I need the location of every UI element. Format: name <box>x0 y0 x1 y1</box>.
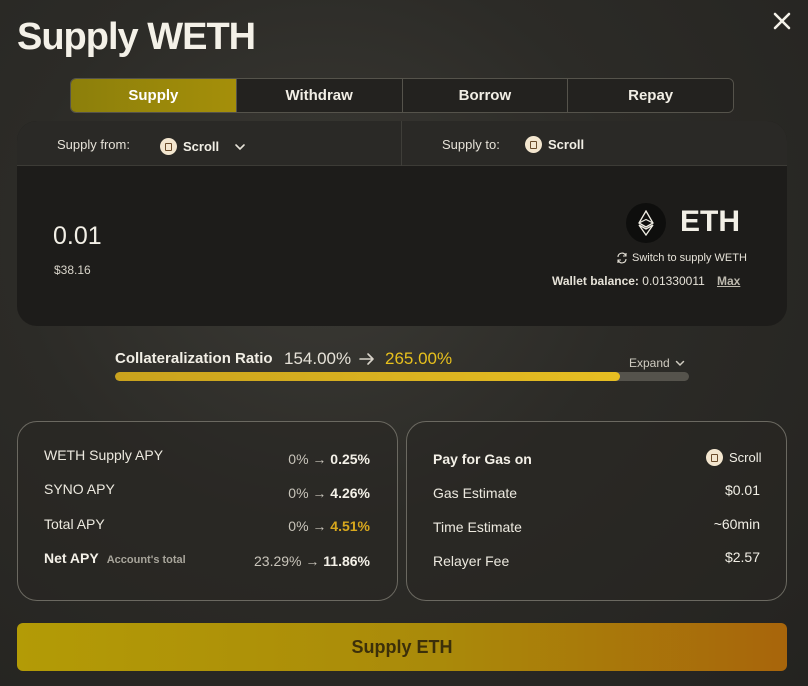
syno-apy-to: 4.26% <box>330 485 370 501</box>
time-estimate-value: ~60min <box>713 516 760 532</box>
net-apy-value: 23.29% → 11.86% <box>254 553 370 569</box>
max-button[interactable]: Max <box>717 274 740 288</box>
arrow-right-icon <box>359 353 374 365</box>
supply-eth-button[interactable]: Supply ETH <box>17 623 787 671</box>
weth-apy-label: WETH Supply APY <box>44 447 164 463</box>
net-apy-from: 23.29% <box>254 553 302 569</box>
pay-gas-chain-name: Scroll <box>729 450 762 465</box>
weth-apy-value: 0% → 0.25% <box>288 451 370 467</box>
relayer-fee-label: Relayer Fee <box>433 553 510 569</box>
chain-selector-header <box>17 121 787 166</box>
tab-withdraw[interactable]: Withdraw <box>235 79 402 112</box>
collateral-ratio-bar <box>115 372 689 381</box>
wallet-balance-label: Wallet balance: <box>552 274 639 288</box>
syno-apy-from: 0% <box>288 485 309 501</box>
collateral-ratio-fill <box>115 372 621 381</box>
amount-panel <box>17 121 787 326</box>
expand-label: Expand <box>629 356 670 370</box>
scroll-logo-icon <box>525 136 542 153</box>
weth-apy-to: 0.25% <box>330 451 370 467</box>
switch-token-label: Switch to supply WETH <box>632 252 747 264</box>
close-icon[interactable] <box>771 10 793 32</box>
net-apy-label: Net APY <box>44 550 99 566</box>
net-apy-label-group: Net APY Account's total <box>44 550 186 566</box>
tab-repay[interactable]: Repay <box>567 79 733 112</box>
swap-icon <box>617 252 627 264</box>
amount-usd-value: $38.16 <box>54 263 91 277</box>
scroll-logo-icon <box>160 138 177 155</box>
tab-borrow[interactable]: Borrow <box>401 79 568 112</box>
tab-supply[interactable]: Supply <box>71 79 236 112</box>
net-apy-to: 11.86% <box>323 553 370 569</box>
total-apy-label: Total APY <box>44 516 105 532</box>
wallet-balance-value: 0.01330011 <box>642 274 705 288</box>
total-apy-value: 0% → 4.51% <box>288 518 370 534</box>
collateral-ratio-label: Collateralization Ratio <box>115 350 273 367</box>
switch-token-button[interactable]: Switch to supply WETH <box>616 252 747 264</box>
net-apy-sublabel: Account's total <box>106 554 186 566</box>
eth-token-icon <box>626 203 666 243</box>
chevron-down-icon <box>675 360 684 367</box>
pay-gas-chain[interactable]: Scroll <box>706 449 762 466</box>
action-tabs: Supply Withdraw Borrow Repay <box>70 78 734 113</box>
total-apy-from: 0% <box>288 518 309 534</box>
header-divider <box>401 121 402 166</box>
pay-gas-label: Pay for Gas on <box>433 451 532 467</box>
token-symbol[interactable]: ETH <box>680 205 740 239</box>
supply-from-label: Supply from: <box>57 137 130 152</box>
gas-card <box>406 421 787 601</box>
supply-to-chain: Scroll <box>525 136 584 153</box>
supply-from-chain-name: Scroll <box>183 139 220 154</box>
relayer-fee-value: $2.57 <box>724 549 760 565</box>
collateral-ratio-new: 265.00% <box>385 349 453 368</box>
supply-to-chain-name: Scroll <box>548 137 585 152</box>
expand-toggle[interactable]: Expand <box>629 356 686 370</box>
syno-apy-value: 0% → 4.26% <box>288 485 370 501</box>
chevron-down-icon <box>235 143 245 150</box>
supply-from-chain-select[interactable]: Scroll <box>160 138 247 155</box>
time-estimate-label: Time Estimate <box>433 519 522 535</box>
collateral-ratio-current: 154.00% <box>284 349 352 368</box>
scroll-logo-icon <box>706 449 723 466</box>
supply-to-label: Supply to: <box>442 137 500 152</box>
page-title: Supply WETH <box>17 16 256 58</box>
syno-apy-label: SYNO APY <box>44 481 115 497</box>
amount-input[interactable]: 0.01 <box>53 222 102 251</box>
gas-estimate-value: $0.01 <box>724 482 760 498</box>
gas-estimate-label: Gas Estimate <box>433 485 518 501</box>
wallet-balance: Wallet balance: 0.01330011 <box>552 274 705 288</box>
total-apy-to: 4.51% <box>330 518 370 534</box>
weth-apy-from: 0% <box>288 451 309 467</box>
